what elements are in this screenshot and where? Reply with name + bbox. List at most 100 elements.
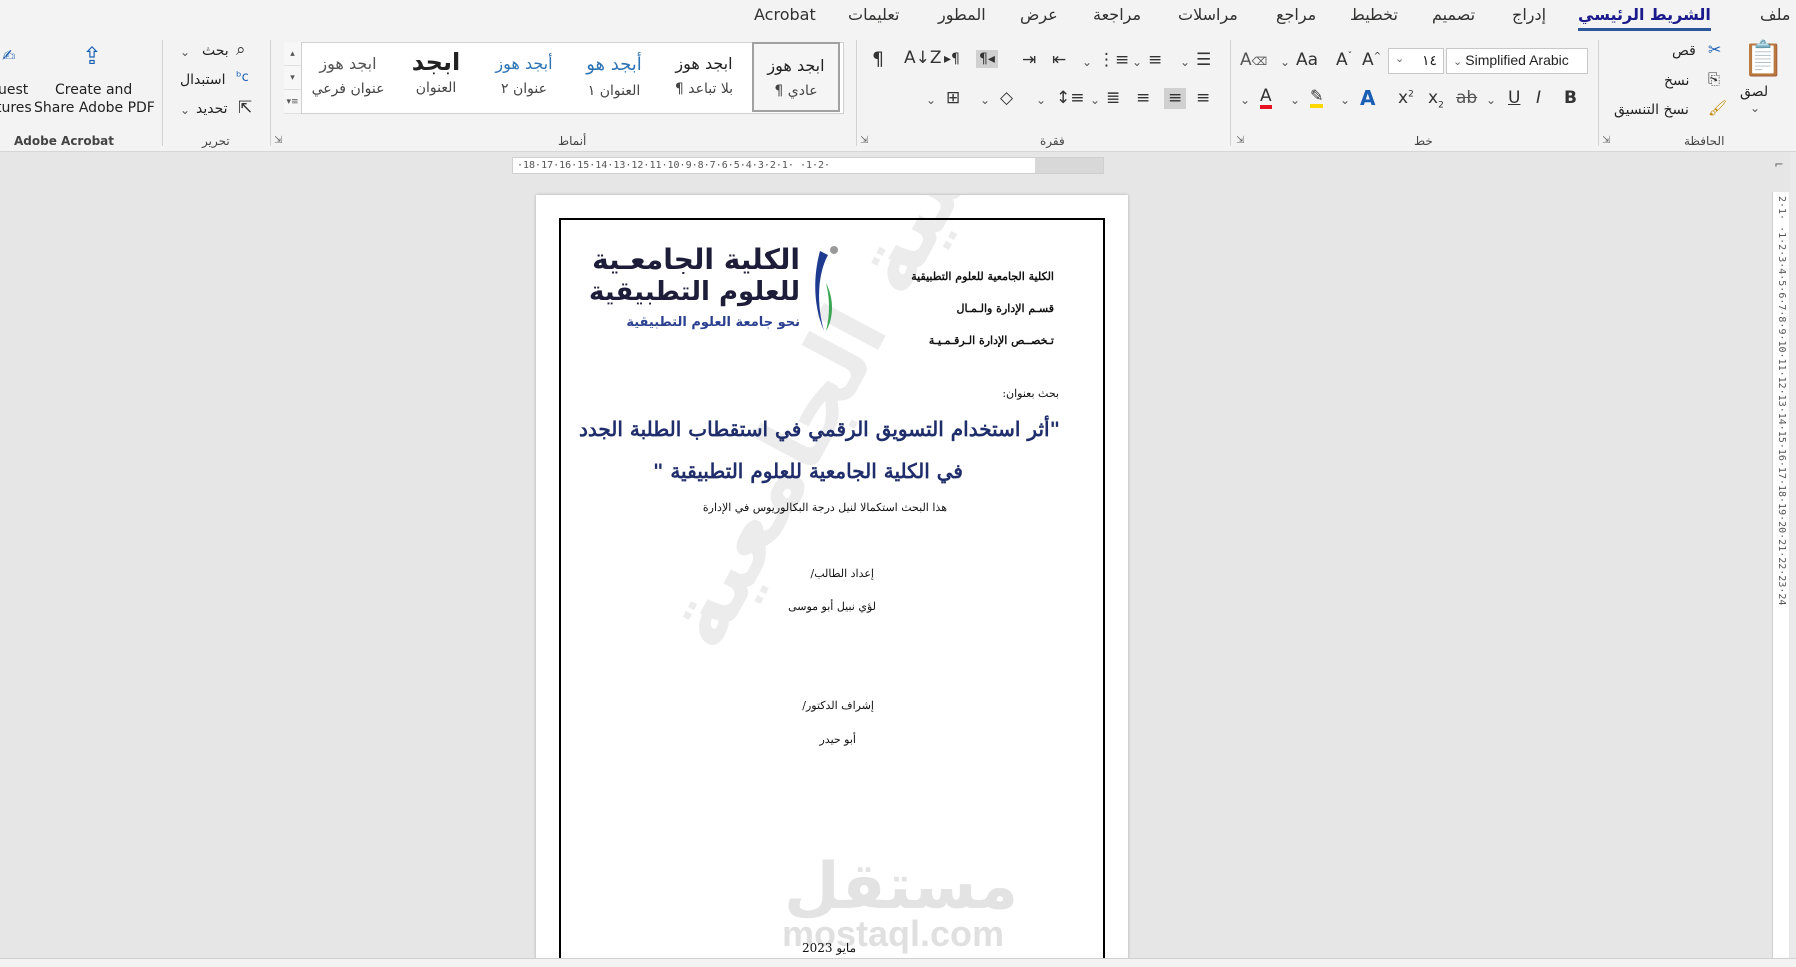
vertical-scrollbar[interactable] — [1790, 152, 1796, 962]
request-signatures-label-2[interactable]: tures — [0, 100, 32, 116]
chevron-down-icon[interactable]: ⌄ — [1750, 102, 1760, 114]
line-spacing-icon[interactable]: ↕≡ — [1056, 90, 1085, 107]
borders-icon[interactable]: ⊞ — [946, 90, 960, 107]
create-pdf-label[interactable]: Create and — [55, 82, 132, 98]
chevron-down-icon[interactable]: ⌄ — [180, 46, 190, 58]
paragraph-launcher-icon[interactable]: ⇲ — [860, 135, 868, 146]
highlight-icon[interactable]: ✎ — [1310, 88, 1324, 108]
tab-file[interactable]: ملف — [1760, 5, 1790, 24]
tab-design[interactable]: تصميم — [1432, 5, 1475, 24]
share-pdf-label[interactable]: Share Adobe PDF — [34, 100, 155, 116]
shrink-font-icon[interactable]: Aˇ — [1336, 52, 1352, 69]
chevron-down-icon[interactable]: ⌄ — [1036, 94, 1046, 106]
chevron-down-icon[interactable]: ⌄ — [1453, 56, 1465, 68]
increase-indent-icon[interactable]: ⇥ — [1022, 52, 1036, 69]
request-signatures-icon[interactable]: ✍ — [2, 48, 15, 64]
gallery-more-icon[interactable]: ▾≡ — [284, 90, 301, 114]
style-heading-1[interactable]: أبجد هو العنوان ١ — [570, 42, 658, 112]
numbering-icon[interactable]: ≡ — [1148, 52, 1162, 69]
document-page[interactable]: الكلية الجامعية مستقل mostaql.com الكلية… — [536, 195, 1128, 967]
styles-launcher-icon[interactable]: ⇲ — [274, 135, 282, 146]
chevron-down-icon[interactable]: ⌄ — [1082, 56, 1092, 68]
style-subtitle[interactable]: ابجد هوز عنوان فرعي — [304, 42, 392, 112]
replace-icon[interactable]: ᵇc — [236, 71, 249, 84]
bullets-icon[interactable]: ☰ — [1196, 52, 1211, 69]
scroll-down-icon[interactable]: ▾ — [284, 66, 301, 90]
tab-insert[interactable]: إدراج — [1512, 5, 1546, 24]
subscript-icon[interactable]: x2 — [1428, 89, 1444, 110]
multilevel-list-icon[interactable]: ⋮≡ — [1098, 52, 1129, 69]
font-name-field[interactable]: ⌄ Simplified Arabic — [1446, 48, 1588, 74]
rtl-direction-icon[interactable]: ¶◂ — [976, 50, 998, 68]
tab-view[interactable]: عرض — [1020, 5, 1058, 24]
chevron-down-icon[interactable]: ⌄ — [926, 94, 936, 106]
change-case-icon[interactable]: Aa — [1296, 52, 1318, 69]
request-signatures-label-1[interactable]: uest — [0, 82, 28, 98]
ltr-direction-icon[interactable]: ▸¶ — [944, 52, 960, 66]
copy-button[interactable]: نسخ — [1664, 73, 1689, 89]
chevron-down-icon[interactable]: ⌄ — [1240, 94, 1250, 106]
tab-selector-icon[interactable]: ⌐ — [1770, 158, 1788, 174]
tab-review[interactable]: مراجعة — [1093, 5, 1141, 24]
format-painter-button[interactable]: نسخ التنسيق — [1614, 102, 1689, 118]
chevron-down-icon[interactable]: ⌄ — [1486, 94, 1496, 106]
clipboard-launcher-icon[interactable]: ⇲ — [1602, 135, 1610, 146]
tab-references[interactable]: مراجع — [1276, 5, 1316, 24]
shading-icon[interactable]: ◇ — [1000, 90, 1013, 107]
horizontal-ruler[interactable]: ·18·17·16·15·14·13·12·11·10·9·8·7·6·5·4·… — [512, 157, 1104, 174]
tab-help[interactable]: تعليمات — [848, 5, 899, 24]
search-icon[interactable]: ⌕ — [236, 42, 246, 59]
clear-formatting-icon[interactable]: A⌫ — [1240, 52, 1267, 69]
tab-mailings[interactable]: مراسلات — [1178, 5, 1238, 24]
scroll-up-icon[interactable]: ▴ — [284, 42, 301, 66]
chevron-down-icon[interactable]: ⌄ — [1290, 94, 1300, 106]
decrease-indent-icon[interactable]: ⇤ — [1052, 52, 1066, 69]
style-heading-2[interactable]: أبجد هوز عنوان ٢ — [480, 42, 568, 112]
vertical-ruler[interactable]: 2·1· ·1·2·3·4·5·6·7·8·9·10·11·12·13·14·1… — [1772, 192, 1789, 962]
chevron-down-icon[interactable]: ⌄ — [1180, 56, 1190, 68]
chevron-down-icon[interactable]: ⌄ — [1395, 52, 1404, 65]
tab-home[interactable]: الشريط الرئيسي — [1578, 5, 1711, 31]
font-color-icon[interactable]: A — [1260, 88, 1272, 109]
research-label: بحث بعنوان: — [1002, 387, 1059, 400]
grow-font-icon[interactable]: A^ — [1362, 52, 1381, 69]
select-cursor-icon[interactable]: ⇱ — [238, 100, 252, 117]
sort-icon[interactable]: A↓Z — [904, 50, 942, 67]
chevron-down-icon[interactable]: ⌄ — [1090, 94, 1100, 106]
strikethrough-icon[interactable]: ab — [1456, 90, 1477, 107]
chevron-down-icon[interactable]: ⌄ — [1132, 56, 1142, 68]
font-launcher-icon[interactable]: ⇲ — [1236, 135, 1244, 146]
cut-button[interactable]: قص — [1672, 43, 1696, 59]
bold-icon[interactable]: B — [1564, 90, 1577, 107]
show-paragraph-marks-icon[interactable]: ¶ — [872, 50, 884, 69]
superscript-icon[interactable]: x2 — [1398, 90, 1414, 107]
tab-developer[interactable]: المطور — [938, 5, 986, 24]
align-right-icon[interactable]: ≡ — [1196, 90, 1210, 107]
justify-icon[interactable]: ≣ — [1106, 90, 1120, 107]
paste-button[interactable]: لصق — [1740, 84, 1768, 100]
text-effects-icon[interactable]: A — [1360, 88, 1375, 108]
tab-layout[interactable]: تخطيط — [1350, 5, 1398, 24]
tab-acrobat[interactable]: Acrobat — [754, 5, 816, 24]
chevron-down-icon[interactable]: ⌄ — [1280, 56, 1290, 68]
scissors-icon[interactable]: ✂ — [1708, 42, 1721, 58]
paste-icon[interactable]: 📋 — [1742, 42, 1784, 76]
style-normal[interactable]: ابجد هوز ¶ عادي — [752, 42, 840, 112]
select-button[interactable]: تحديد — [196, 101, 228, 117]
chevron-down-icon[interactable]: ⌄ — [180, 104, 190, 116]
format-painter-icon[interactable]: 🖌 — [1708, 101, 1727, 116]
find-button[interactable]: بحث — [202, 43, 229, 59]
align-center-icon[interactable]: ≡ — [1164, 88, 1187, 109]
style-title[interactable]: ابجد العنوان — [392, 42, 480, 112]
font-size-field[interactable]: ⌄ ١٤ — [1388, 48, 1444, 74]
replace-button[interactable]: استبدال — [180, 72, 225, 88]
style-no-spacing[interactable]: ابجد هوز ¶ بلا تباعد — [660, 42, 748, 112]
underline-icon[interactable]: U — [1508, 90, 1520, 107]
chevron-down-icon[interactable]: ⌄ — [1340, 94, 1350, 106]
align-left-icon[interactable]: ≡ — [1136, 90, 1150, 107]
italic-icon[interactable]: I — [1536, 90, 1541, 107]
styles-gallery-scroll[interactable]: ▴ ▾ ▾≡ — [284, 42, 302, 114]
chevron-down-icon[interactable]: ⌄ — [980, 94, 990, 106]
copy-icon[interactable]: ⎘ — [1708, 72, 1720, 87]
create-pdf-icon[interactable]: ⇪ — [82, 44, 102, 68]
